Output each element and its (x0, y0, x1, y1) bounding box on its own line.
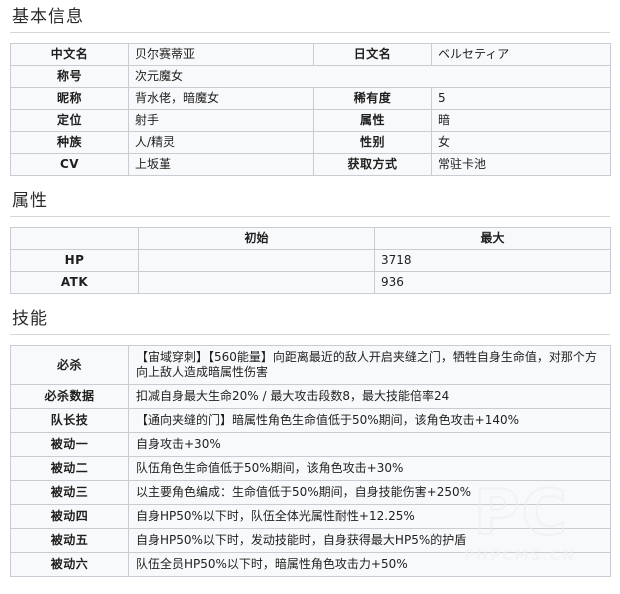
skill-label-passive-6: 被动六 (10, 552, 129, 577)
row-label-japanese-name: 日文名 (313, 43, 432, 66)
table-row: HP 3718 (10, 249, 611, 272)
table-header-row: 初始 最大 (10, 227, 611, 250)
skill-text-passive-4: 自身HP50%以下时，队伍全体光属性耐性+12.25% (128, 504, 611, 529)
row-label-gender: 性别 (313, 131, 432, 154)
table-row: 被动三 以主要角色编成：生命值低于50%期间，自身技能伤害+250% (10, 480, 611, 505)
skill-label-passive-5: 被动五 (10, 528, 129, 553)
attr-value-atk-initial (138, 271, 375, 294)
row-label-chinese-name: 中文名 (10, 43, 129, 66)
skill-label-passive-4: 被动四 (10, 504, 129, 529)
row-label-nickname: 昵称 (10, 87, 129, 110)
row-value-gender: 女 (431, 131, 611, 154)
row-value-cv: 上坂堇 (128, 153, 314, 176)
table-row: ATK 936 (10, 271, 611, 294)
table-row: 必杀 【宙域穿刺】【560能量】向距离最近的敌人开启夹缝之门，牺牲自身生命值，对… (10, 345, 611, 385)
character-profile-page: 基本信息 中文名 贝尔赛蒂亚 日文名 ベルセティア 称号 次元魔女 昵称 背水佬… (0, 6, 620, 594)
section-heading-attributes: 属性 (10, 190, 610, 217)
table-row: 被动五 自身HP50%以下时，发动技能时，自身获得最大HP5%的护盾 (10, 528, 611, 553)
table-row: 被动二 队伍角色生命值低于50%期间，该角色攻击+30% (10, 456, 611, 481)
table-row: 队长技 【通向夹缝的门】暗属性角色生命值低于50%期间，该角色攻击+140% (10, 408, 611, 433)
row-label-role: 定位 (10, 109, 129, 132)
skill-label-passive-3: 被动三 (10, 480, 129, 505)
table-row: 被动一 自身攻击+30% (10, 432, 611, 457)
skill-text-passive-3: 以主要角色编成：生命值低于50%期间，自身技能伤害+250% (128, 480, 611, 505)
skill-text-passive-5: 自身HP50%以下时，发动技能时，自身获得最大HP5%的护盾 (128, 528, 611, 553)
skill-label-passive-2: 被动二 (10, 456, 129, 481)
table-row: 称号 次元魔女 (10, 65, 611, 88)
skill-label-ultimate-data: 必杀数据 (10, 384, 129, 409)
skill-text-leader: 【通向夹缝的门】暗属性角色生命值低于50%期间，该角色攻击+140% (128, 408, 611, 433)
table-row: 定位 射手 属性 暗 (10, 109, 611, 132)
attr-header-max: 最大 (374, 227, 611, 250)
row-value-chinese-name: 贝尔赛蒂亚 (128, 43, 314, 66)
row-label-acquisition: 获取方式 (313, 153, 432, 176)
row-value-role: 射手 (128, 109, 314, 132)
row-label-cv: CV (10, 153, 129, 176)
skill-text-ultimate-data: 扣减自身最大生命20% / 最大攻击段数8，最大技能倍率24 (128, 384, 611, 409)
row-label-element: 属性 (313, 109, 432, 132)
table-row: 被动四 自身HP50%以下时，队伍全体光属性耐性+12.25% (10, 504, 611, 529)
section-heading-basic-info: 基本信息 (10, 6, 610, 33)
table-row: CV 上坂堇 获取方式 常驻卡池 (10, 153, 611, 176)
row-value-element: 暗 (431, 109, 611, 132)
skills-table: 必杀 【宙域穿刺】【560能量】向距离最近的敌人开启夹缝之门，牺牲自身生命值，对… (10, 345, 611, 577)
row-value-race: 人/精灵 (128, 131, 314, 154)
attr-value-hp-initial (138, 249, 375, 272)
attr-value-hp-max: 3718 (374, 249, 611, 272)
skill-label-leader: 队长技 (10, 408, 129, 433)
skill-text-passive-6: 队伍全员HP50%以下时，暗属性角色攻击力+50% (128, 552, 611, 577)
table-row: 必杀数据 扣减自身最大生命20% / 最大攻击段数8，最大技能倍率24 (10, 384, 611, 409)
table-row: 昵称 背水佬，暗魔女 稀有度 5 (10, 87, 611, 110)
row-value-title: 次元魔女 (128, 65, 611, 88)
attr-label-atk: ATK (10, 271, 139, 294)
row-value-acquisition: 常驻卡池 (431, 153, 611, 176)
table-row: 被动六 队伍全员HP50%以下时，暗属性角色攻击力+50% (10, 552, 611, 577)
row-value-rarity: 5 (431, 87, 611, 110)
skill-label-ultimate: 必杀 (10, 345, 129, 385)
attr-value-atk-max: 936 (374, 271, 611, 294)
skill-text-passive-1: 自身攻击+30% (128, 432, 611, 457)
attr-header-initial: 初始 (138, 227, 375, 250)
row-label-title: 称号 (10, 65, 129, 88)
row-label-rarity: 稀有度 (313, 87, 432, 110)
skill-label-passive-1: 被动一 (10, 432, 129, 457)
row-label-race: 种族 (10, 131, 129, 154)
attr-label-hp: HP (10, 249, 139, 272)
attributes-table: 初始 最大 HP 3718 ATK 936 (10, 227, 611, 294)
table-row: 中文名 贝尔赛蒂亚 日文名 ベルセティア (10, 43, 611, 66)
table-row: 种族 人/精灵 性别 女 (10, 131, 611, 154)
section-heading-skills: 技能 (10, 308, 610, 335)
skill-text-ultimate: 【宙域穿刺】【560能量】向距离最近的敌人开启夹缝之门，牺牲自身生命值，对那个方… (128, 345, 611, 385)
skill-text-passive-2: 队伍角色生命值低于50%期间，该角色攻击+30% (128, 456, 611, 481)
row-value-nickname: 背水佬，暗魔女 (128, 87, 314, 110)
attr-header-blank (10, 227, 139, 250)
row-value-japanese-name: ベルセティア (431, 43, 611, 66)
basic-info-table: 中文名 贝尔赛蒂亚 日文名 ベルセティア 称号 次元魔女 昵称 背水佬，暗魔女 … (10, 43, 611, 176)
